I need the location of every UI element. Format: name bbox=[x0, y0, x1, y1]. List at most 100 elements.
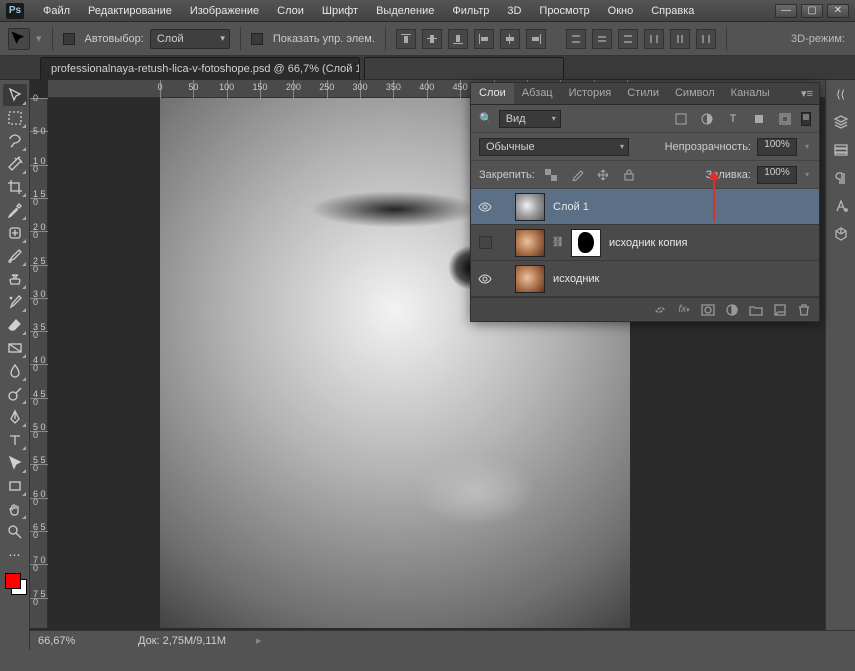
layer-row[interactable]: Слой 1 bbox=[471, 189, 819, 225]
blend-mode-dropdown[interactable]: Обычные bbox=[479, 138, 629, 156]
fill-field[interactable]: 100% bbox=[757, 166, 797, 184]
magic-wand-tool[interactable] bbox=[3, 153, 27, 175]
window-minimize-button[interactable]: — bbox=[775, 4, 797, 18]
history-brush-tool[interactable] bbox=[3, 291, 27, 313]
foreground-swatch[interactable] bbox=[5, 573, 21, 589]
menu-image[interactable]: Изображение bbox=[181, 5, 268, 17]
clone-stamp-tool[interactable] bbox=[3, 268, 27, 290]
visibility-toggle[interactable] bbox=[477, 199, 493, 215]
tab-paragraph[interactable]: Абзац bbox=[514, 83, 561, 104]
dodge-tool[interactable] bbox=[3, 383, 27, 405]
menu-layers[interactable]: Слои bbox=[268, 5, 313, 17]
expand-dock-icon[interactable]: ⟨⟨ bbox=[830, 84, 852, 104]
zoom-tool[interactable] bbox=[3, 521, 27, 543]
opacity-field[interactable]: 100% bbox=[757, 138, 797, 156]
delete-layer-icon[interactable] bbox=[795, 302, 813, 318]
align-right-button[interactable] bbox=[526, 29, 546, 49]
add-mask-icon[interactable] bbox=[699, 302, 717, 318]
tab-history[interactable]: История bbox=[561, 83, 620, 104]
lasso-tool[interactable] bbox=[3, 130, 27, 152]
tab-character[interactable]: Символ bbox=[667, 83, 723, 104]
filter-kind-dropdown[interactable]: Вид bbox=[499, 110, 561, 128]
distribute-bottom-button[interactable] bbox=[618, 29, 638, 49]
align-hcenter-button[interactable] bbox=[500, 29, 520, 49]
menu-help[interactable]: Справка bbox=[642, 5, 703, 17]
filter-toggle[interactable] bbox=[801, 112, 811, 126]
menu-3d[interactable]: 3D bbox=[498, 5, 530, 17]
blur-tool[interactable] bbox=[3, 360, 27, 382]
filter-pixel-icon[interactable] bbox=[671, 110, 691, 128]
tab-bg-document[interactable] bbox=[364, 57, 564, 79]
menu-type[interactable]: Шрифт bbox=[313, 5, 367, 17]
brush-tool[interactable] bbox=[3, 245, 27, 267]
visibility-toggle[interactable] bbox=[477, 235, 493, 251]
marquee-tool[interactable] bbox=[3, 107, 27, 129]
layer-fx-icon[interactable]: fx▾ bbox=[675, 302, 693, 318]
window-maximize-button[interactable]: ▢ bbox=[801, 4, 823, 18]
autoselect-checkbox[interactable] bbox=[63, 33, 75, 45]
layer-thumb[interactable] bbox=[515, 265, 545, 293]
current-tool-icon[interactable] bbox=[8, 28, 30, 50]
filter-shape-icon[interactable] bbox=[749, 110, 769, 128]
new-adjustment-icon[interactable] bbox=[723, 302, 741, 318]
panel-menu-icon[interactable]: ▾≡ bbox=[795, 83, 819, 104]
gradient-tool[interactable] bbox=[3, 337, 27, 359]
new-layer-icon[interactable] bbox=[771, 302, 789, 318]
showcontrols-checkbox[interactable] bbox=[251, 33, 263, 45]
layer-name[interactable]: исходник копия bbox=[609, 237, 688, 249]
menu-view[interactable]: Просмотр bbox=[530, 5, 598, 17]
menu-select[interactable]: Выделение bbox=[367, 5, 443, 17]
layer-name[interactable]: Слой 1 bbox=[553, 201, 589, 213]
eraser-tool[interactable] bbox=[3, 314, 27, 336]
rectangle-tool[interactable] bbox=[3, 475, 27, 497]
layer-row[interactable]: ⛓исходник копия bbox=[471, 225, 819, 261]
layer-name[interactable]: исходник bbox=[553, 273, 599, 285]
link-layers-icon[interactable] bbox=[651, 302, 669, 318]
autoselect-target-dropdown[interactable]: Слой bbox=[150, 29, 230, 49]
ruler-vertical[interactable]: 05 01 0 01 5 02 0 02 5 03 0 03 5 04 0 04… bbox=[30, 98, 48, 628]
filter-smart-icon[interactable] bbox=[775, 110, 795, 128]
lock-position-icon[interactable] bbox=[593, 166, 613, 184]
layer-thumb[interactable] bbox=[515, 229, 545, 257]
eyedropper-tool[interactable] bbox=[3, 199, 27, 221]
layer-thumb[interactable] bbox=[515, 193, 545, 221]
tab-channels[interactable]: Каналы bbox=[723, 83, 778, 104]
distribute-vcenter-button[interactable] bbox=[592, 29, 612, 49]
filter-type-icon[interactable]: T bbox=[723, 110, 743, 128]
hand-tool[interactable] bbox=[3, 498, 27, 520]
lock-all-icon[interactable] bbox=[619, 166, 639, 184]
layers-panel-icon[interactable] bbox=[830, 112, 852, 132]
menu-file[interactable]: Файл bbox=[34, 5, 79, 17]
distribute-hcenter-button[interactable] bbox=[670, 29, 690, 49]
align-bottom-button[interactable] bbox=[448, 29, 468, 49]
channels-panel-icon[interactable] bbox=[830, 140, 852, 160]
healing-brush-tool[interactable] bbox=[3, 222, 27, 244]
lock-transparent-icon[interactable] bbox=[541, 166, 561, 184]
filter-adjust-icon[interactable] bbox=[697, 110, 717, 128]
character-panel-icon[interactable] bbox=[830, 196, 852, 216]
3d-panel-icon[interactable] bbox=[830, 224, 852, 244]
zoom-readout[interactable]: 66,67% bbox=[38, 635, 108, 647]
crop-tool[interactable] bbox=[3, 176, 27, 198]
tab-layers[interactable]: Слои bbox=[471, 83, 514, 104]
new-group-icon[interactable] bbox=[747, 302, 765, 318]
tab-styles[interactable]: Стили bbox=[619, 83, 667, 104]
color-swatches[interactable] bbox=[3, 571, 27, 595]
pen-tool[interactable] bbox=[3, 406, 27, 428]
lock-pixels-icon[interactable] bbox=[567, 166, 587, 184]
type-tool[interactable] bbox=[3, 429, 27, 451]
visibility-toggle[interactable] bbox=[477, 271, 493, 287]
align-vcenter-button[interactable] bbox=[422, 29, 442, 49]
toolbox-more[interactable]: ⋯ bbox=[3, 544, 27, 566]
window-close-button[interactable]: ✕ bbox=[827, 4, 849, 18]
align-left-button[interactable] bbox=[474, 29, 494, 49]
distribute-right-button[interactable] bbox=[696, 29, 716, 49]
move-tool[interactable] bbox=[3, 84, 27, 106]
tab-active-document[interactable]: professionalnaya-retush-lica-v-fotoshope… bbox=[40, 57, 360, 79]
menu-filter[interactable]: Фильтр bbox=[443, 5, 498, 17]
paragraph-panel-icon[interactable] bbox=[830, 168, 852, 188]
menu-window[interactable]: Окно bbox=[599, 5, 643, 17]
align-top-button[interactable] bbox=[396, 29, 416, 49]
layer-row[interactable]: исходник bbox=[471, 261, 819, 297]
layer-thumb[interactable] bbox=[571, 229, 601, 257]
